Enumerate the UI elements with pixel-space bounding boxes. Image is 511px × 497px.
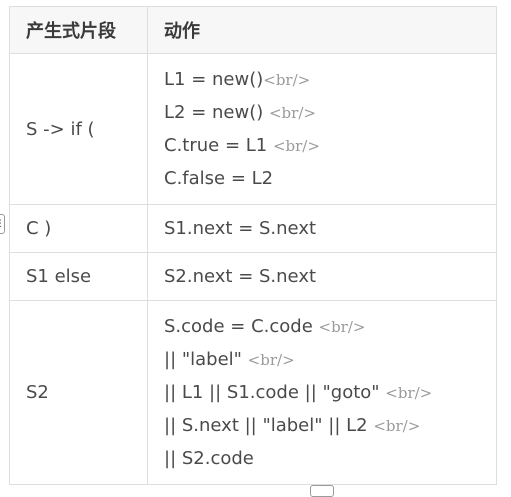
action-line: || S2.code xyxy=(164,442,496,475)
action-text: L2 = new() xyxy=(164,102,269,123)
action-text: || S.next || "label" || L2 xyxy=(164,415,374,436)
table-row: C ) S1.next = S.next xyxy=(9,204,497,253)
action-text: C.false = L2 xyxy=(164,168,274,189)
table-row: S -> if ( L1 = new()<br/> L2 = new() <br… xyxy=(9,53,497,205)
action-text: S2.next = S.next xyxy=(164,266,317,287)
action-line: C.false = L2 xyxy=(164,162,496,195)
action-cell: L1 = new()<br/> L2 = new() <br/> C.true … xyxy=(147,53,497,205)
production-cell: S -> if ( xyxy=(9,53,148,205)
table-resize-handle-icon[interactable] xyxy=(310,485,334,497)
action-text: || L1 || S1.code || "goto" xyxy=(164,382,386,403)
br-tag-text: <br/> xyxy=(318,318,366,336)
table-row: S2 S.code = C.code <br/> || "label" <br/… xyxy=(9,300,497,485)
grammar-action-table-container: 产生式片段 动作 S -> if ( L1 = new()<br/> L2 = … xyxy=(9,6,497,485)
action-line: || L1 || S1.code || "goto" <br/> xyxy=(164,376,496,409)
table-header-row: 产生式片段 动作 xyxy=(9,6,497,54)
action-text: L1 = new() xyxy=(164,69,264,90)
br-tag-text: <br/> xyxy=(272,137,320,155)
action-cell: S1.next = S.next xyxy=(147,204,497,253)
row-drag-handle-icon[interactable]: ⋮ xyxy=(0,214,5,234)
action-line: || "label" <br/> xyxy=(164,343,496,376)
grammar-action-table: 产生式片段 动作 S -> if ( L1 = new()<br/> L2 = … xyxy=(9,6,497,485)
action-text: C.true = L1 xyxy=(164,135,273,156)
action-text: || S2.code xyxy=(164,448,254,469)
header-production-fragment: 产生式片段 xyxy=(9,6,148,54)
br-tag-text: <br/> xyxy=(373,417,421,435)
production-cell: S2 xyxy=(9,300,148,485)
action-text: || "label" xyxy=(164,349,248,370)
action-line: || S.next || "label" || L2 <br/> xyxy=(164,409,496,442)
action-text: S1.next = S.next xyxy=(164,218,317,239)
header-action: 动作 xyxy=(147,6,497,54)
production-cell: S1 else xyxy=(9,252,148,301)
production-cell: C ) xyxy=(9,204,148,253)
action-line: L2 = new() <br/> xyxy=(164,96,496,129)
table-row: S1 else S2.next = S.next xyxy=(9,252,497,301)
br-tag-text: <br/> xyxy=(268,104,316,122)
action-line: C.true = L1 <br/> xyxy=(164,129,496,162)
br-tag-text: <br/> xyxy=(247,351,295,369)
br-tag-text: <br/> xyxy=(385,384,433,402)
action-text: S.code = C.code xyxy=(164,316,319,337)
action-cell: S2.next = S.next xyxy=(147,252,497,301)
action-cell: S.code = C.code <br/> || "label" <br/> |… xyxy=(147,300,497,485)
action-line: S.code = C.code <br/> xyxy=(164,310,496,343)
br-tag-text: <br/> xyxy=(263,71,311,89)
action-line: L1 = new()<br/> xyxy=(164,63,496,96)
